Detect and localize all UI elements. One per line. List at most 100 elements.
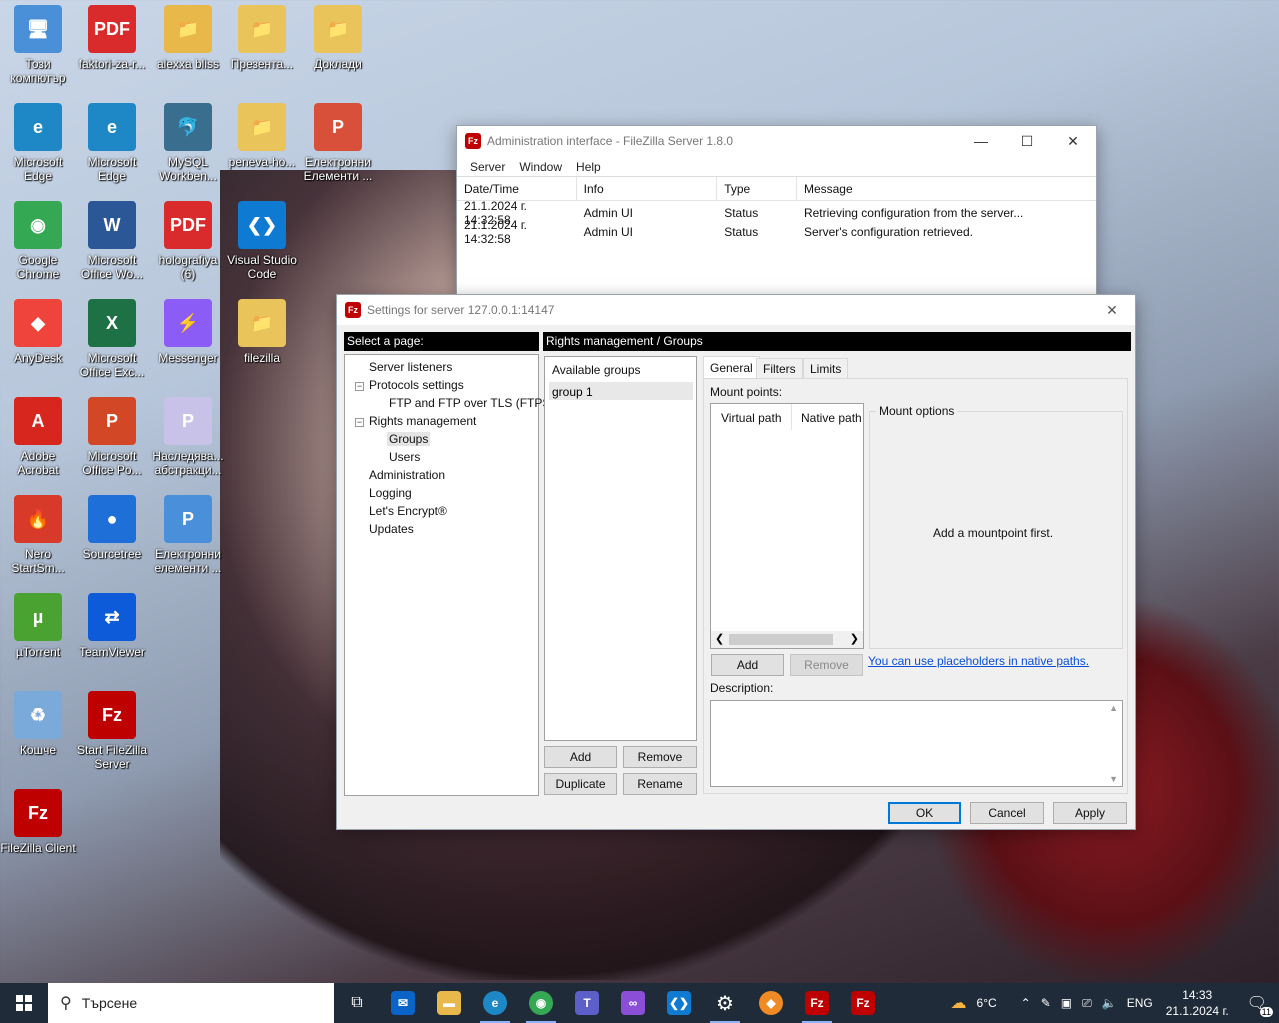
desktop-icon[interactable]: PDF holografiya (6) xyxy=(150,201,226,281)
taskbar-explorer[interactable]: ▬ xyxy=(426,983,472,1023)
desktop-icon[interactable]: ◉ Google Chrome xyxy=(0,201,76,281)
taskbar-search[interactable]: ⚲ Търсене xyxy=(48,983,334,1023)
task-view-button[interactable]: ⧉ xyxy=(334,983,380,1023)
collapse-icon[interactable]: − xyxy=(355,418,364,427)
scroll-right-icon[interactable]: ❯ xyxy=(850,632,859,645)
taskbar-edge[interactable]: e xyxy=(472,983,518,1023)
notifications-icon[interactable]: 🗨 11 xyxy=(1237,993,1279,1017)
settings-titlebar[interactable]: Fz Settings for server 127.0.0.1:14147 ✕ xyxy=(337,295,1135,325)
description-textarea[interactable]: ▲ ▼ xyxy=(710,700,1123,787)
desktop-icon[interactable]: 📁 Презента... xyxy=(224,5,300,71)
language-indicator[interactable]: ENG xyxy=(1122,996,1158,1010)
start-button[interactable] xyxy=(0,983,48,1023)
col-type[interactable]: Type xyxy=(717,176,797,201)
desktop-icon[interactable]: e Microsoft Edge xyxy=(74,103,150,183)
meet-icon[interactable]: ▣ xyxy=(1056,996,1077,1010)
add-group-button[interactable]: Add xyxy=(544,746,617,768)
horizontal-scrollbar[interactable]: ❮ ❯ xyxy=(711,631,863,648)
col-datetime[interactable]: Date/Time xyxy=(457,176,577,201)
placeholders-link[interactable]: You can use placeholders in native paths… xyxy=(868,654,1089,668)
taskbar-settings[interactable]: ⚙ xyxy=(702,983,748,1023)
desktop-icon[interactable]: P Електронни елементи ... xyxy=(150,495,226,575)
desktop-icon[interactable]: PDF faktori-za-r... xyxy=(74,5,150,71)
col-message[interactable]: Message xyxy=(797,177,1096,201)
admin-titlebar[interactable]: Fz Administration interface - FileZilla … xyxy=(457,126,1096,156)
desktop-icon[interactable]: 📁 peneva-ho... xyxy=(224,103,300,169)
desktop-icon[interactable]: e Microsoft Edge xyxy=(0,103,76,183)
desktop-icon[interactable]: 🔥 Nero StartSm... xyxy=(0,495,76,575)
log-row[interactable]: 21.1.2024 г. 14:32:58 Admin UI Status Se… xyxy=(457,218,1096,246)
duplicate-group-button[interactable]: Duplicate xyxy=(544,773,617,795)
clock[interactable]: 14:33 21.1.2024 г. xyxy=(1158,987,1237,1019)
tab-general[interactable]: General xyxy=(703,356,760,378)
col-virtual-path[interactable]: Virtual path xyxy=(721,411,782,425)
col-native-path[interactable]: Native path xyxy=(801,411,862,425)
tree-server-listeners[interactable]: Server listeners xyxy=(369,360,452,374)
tree-users[interactable]: Users xyxy=(389,450,420,464)
weather-temp[interactable]: 6°C xyxy=(972,996,1002,1010)
list-item[interactable]: group 1 xyxy=(549,382,693,400)
desktop-icon[interactable]: 📁 alexxa bliss xyxy=(150,5,226,71)
desktop-icon[interactable]: Fz Start FileZilla Server xyxy=(74,691,150,771)
minimize-icon[interactable]: — xyxy=(958,126,1004,156)
desktop-icon[interactable]: 📁 Доклади xyxy=(300,5,376,71)
tab-limits[interactable]: Limits xyxy=(803,358,849,378)
menu-server[interactable]: Server xyxy=(463,160,512,174)
desktop-icon[interactable]: ● Sourcetree xyxy=(74,495,150,561)
pen-icon[interactable]: ✎ xyxy=(1036,996,1056,1010)
taskbar-vscode[interactable]: ❮❯ xyxy=(656,983,702,1023)
tree-logging[interactable]: Logging xyxy=(369,486,412,500)
rename-group-button[interactable]: Rename xyxy=(623,773,697,795)
desktop-icon[interactable]: ♻ Кошче xyxy=(0,691,76,757)
desktop-icon[interactable]: ◆ AnyDesk xyxy=(0,299,76,365)
desktop-icon[interactable]: A Adobe Acrobat xyxy=(0,397,76,477)
scroll-down-icon[interactable]: ▼ xyxy=(1109,774,1118,784)
desktop-icon[interactable]: Fz FileZilla Client xyxy=(0,789,76,855)
desktop-icon[interactable]: 🐬 MySQL Workben... xyxy=(150,103,226,183)
tree-administration[interactable]: Administration xyxy=(369,468,445,482)
tree-updates[interactable]: Updates xyxy=(369,522,414,536)
taskbar-visual-studio[interactable]: ∞ xyxy=(610,983,656,1023)
close-icon[interactable]: ✕ xyxy=(1050,126,1096,156)
taskbar-filezilla-server[interactable]: Fz xyxy=(794,983,840,1023)
taskbar-chrome[interactable]: ◉ xyxy=(518,983,564,1023)
tree-protocols-settings[interactable]: Protocols settings xyxy=(369,378,464,392)
tree-ftp-tls[interactable]: FTP and FTP over TLS (FTPS) xyxy=(389,396,554,410)
taskbar-filezilla-client[interactable]: Fz xyxy=(840,983,886,1023)
desktop-icon[interactable]: ❮❯ Visual Studio Code xyxy=(224,201,300,281)
ok-button[interactable]: OK xyxy=(888,802,961,824)
tree-lets-encrypt[interactable]: Let's Encrypt® xyxy=(369,504,447,518)
menu-help[interactable]: Help xyxy=(569,160,608,174)
tree-groups[interactable]: Groups xyxy=(387,432,431,446)
desktop-icon[interactable]: ⇄ TeamViewer xyxy=(74,593,150,659)
network-icon[interactable]: ⎚ xyxy=(1077,996,1097,1011)
taskbar-teams[interactable]: T xyxy=(564,983,610,1023)
chevron-up-icon[interactable]: ⌃ xyxy=(1016,996,1036,1010)
desktop-icon[interactable]: 📁 filezilla xyxy=(224,299,300,365)
desktop-icon[interactable]: µ µTorrent xyxy=(0,593,76,659)
remove-group-button[interactable]: Remove xyxy=(623,746,697,768)
volume-icon[interactable]: 🔈 xyxy=(1097,996,1122,1010)
desktop-icon[interactable]: W Microsoft Office Wo... xyxy=(74,201,150,281)
desktop-icon[interactable]: P Наследява... абстракци... xyxy=(150,397,226,477)
tab-filters[interactable]: Filters xyxy=(756,358,803,378)
menu-window[interactable]: Window xyxy=(512,160,569,174)
apply-button[interactable]: Apply xyxy=(1053,802,1127,824)
desktop-icon[interactable]: P Електронни Елементи ... xyxy=(300,103,376,183)
taskbar-mail[interactable]: ✉ xyxy=(380,983,426,1023)
desktop-icon[interactable]: ⚡ Messenger xyxy=(150,299,226,365)
scroll-left-icon[interactable]: ❮ xyxy=(715,632,724,645)
col-info[interactable]: Info xyxy=(577,176,718,201)
desktop-icon[interactable]: X Microsoft Office Exc... xyxy=(74,299,150,379)
desktop-icon[interactable]: 🖥 Този компютър xyxy=(0,5,76,85)
weather-icon[interactable]: ☁ xyxy=(946,993,972,1013)
collapse-icon[interactable]: − xyxy=(355,382,364,391)
taskbar-brave[interactable]: ◆ xyxy=(748,983,794,1023)
scroll-up-icon[interactable]: ▲ xyxy=(1109,703,1118,713)
scroll-thumb[interactable] xyxy=(729,634,833,645)
close-icon[interactable]: ✕ xyxy=(1089,295,1135,325)
add-mountpoint-button[interactable]: Add xyxy=(711,654,784,676)
remove-mountpoint-button[interactable]: Remove xyxy=(790,654,863,676)
maximize-icon[interactable]: ☐ xyxy=(1004,126,1050,156)
tree-rights-management[interactable]: Rights management xyxy=(369,414,476,428)
